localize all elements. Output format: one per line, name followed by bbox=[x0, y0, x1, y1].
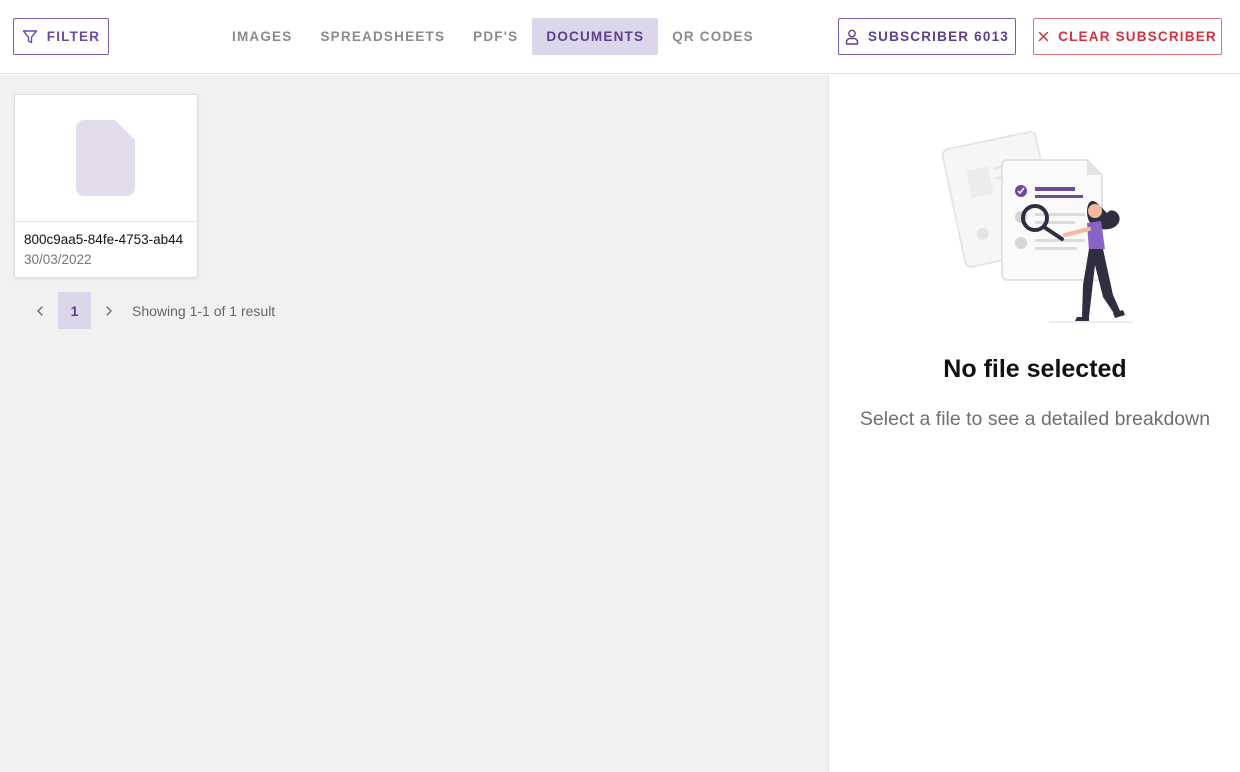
chevron-left-icon bbox=[36, 305, 44, 316]
empty-state-subtitle: Select a file to see a detailed breakdow… bbox=[859, 408, 1211, 430]
no-file-illustration bbox=[937, 125, 1137, 335]
document-icon bbox=[75, 118, 137, 198]
top-bar: FILTER IMAGES SPREADSHEETS PDF'S DOCUMEN… bbox=[0, 0, 1240, 74]
filter-button[interactable]: FILTER bbox=[13, 18, 109, 55]
close-icon bbox=[1038, 31, 1049, 42]
pagination-summary: Showing 1-1 of 1 result bbox=[132, 302, 276, 319]
file-list-panel: 800c9aa5-84fe-4753-ab44 30/03/2022 1 Sho… bbox=[0, 75, 828, 772]
previous-page-button[interactable] bbox=[26, 292, 54, 329]
pagination: 1 Showing 1-1 of 1 result bbox=[26, 292, 275, 329]
next-page-button[interactable] bbox=[95, 292, 123, 329]
file-name: 800c9aa5-84fe-4753-ab44 bbox=[24, 232, 184, 247]
subscriber-button[interactable]: SUBSCRIBER 6013 bbox=[838, 18, 1016, 55]
page-number-button[interactable]: 1 bbox=[58, 292, 91, 329]
tab-spreadsheets[interactable]: SPREADSHEETS bbox=[306, 18, 459, 55]
empty-state-title: No file selected bbox=[943, 355, 1127, 383]
tab-images[interactable]: IMAGES bbox=[218, 18, 306, 55]
chevron-right-icon bbox=[105, 305, 113, 316]
tab-pdfs[interactable]: PDF'S bbox=[459, 18, 532, 55]
file-detail-panel: No file selected Select a file to see a … bbox=[828, 75, 1240, 772]
filter-icon bbox=[22, 29, 38, 45]
file-date: 30/03/2022 bbox=[24, 252, 92, 267]
tab-qr-codes[interactable]: QR CODES bbox=[658, 18, 768, 55]
file-thumbnail bbox=[15, 95, 197, 222]
filter-label: FILTER bbox=[46, 29, 101, 44]
clear-subscriber-button[interactable]: CLEAR SUBSCRIBER bbox=[1033, 18, 1222, 55]
file-type-tabs: IMAGES SPREADSHEETS PDF'S DOCUMENTS QR C… bbox=[218, 18, 768, 55]
tab-documents[interactable]: DOCUMENTS bbox=[532, 18, 659, 55]
user-icon bbox=[845, 29, 859, 45]
file-card[interactable]: 800c9aa5-84fe-4753-ab44 30/03/2022 bbox=[14, 94, 198, 278]
clear-subscriber-label: CLEAR SUBSCRIBER bbox=[1058, 29, 1217, 44]
subscriber-label: SUBSCRIBER 6013 bbox=[867, 29, 1010, 44]
